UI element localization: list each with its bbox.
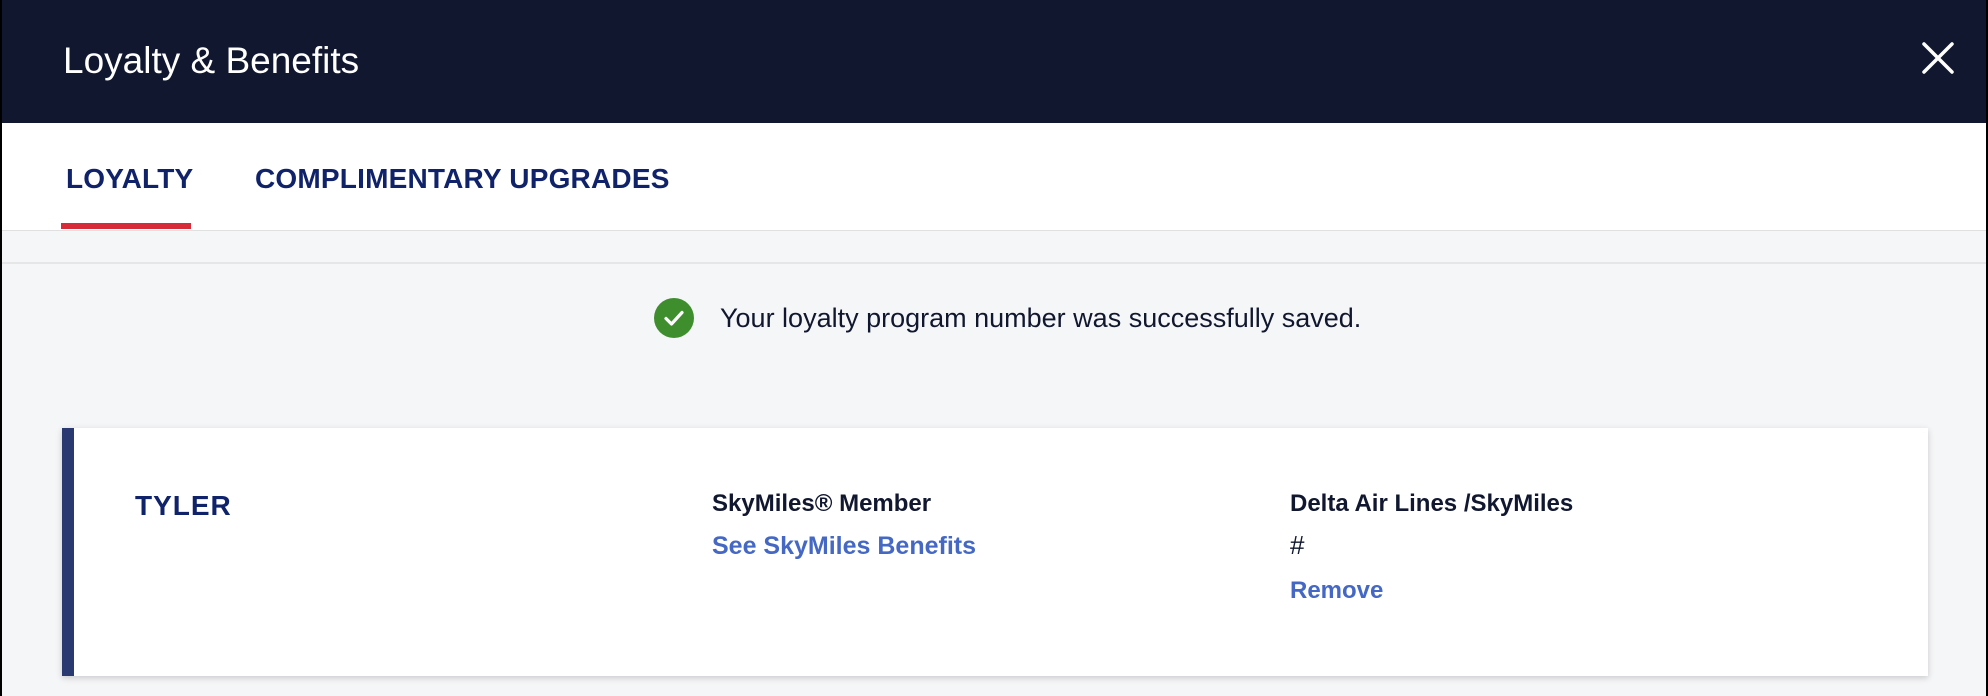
modal-header: Loyalty & Benefits bbox=[2, 0, 1986, 123]
tab-complimentary-upgrades[interactable]: COMPLIMENTARY UPGRADES bbox=[255, 163, 670, 195]
program-column: Delta Air Lines /SkyMiles # Remove bbox=[1290, 490, 1573, 605]
alert-message: Your loyalty program number was successf… bbox=[720, 302, 1362, 333]
membership-status: SkyMiles® Member bbox=[712, 490, 932, 517]
loyalty-card: TYLER SkyMiles® Member See SkyMiles Bene… bbox=[62, 428, 1928, 676]
close-button[interactable] bbox=[1914, 34, 1962, 82]
tab-loyalty[interactable]: LOYALTY bbox=[66, 163, 193, 195]
program-number: # bbox=[1290, 530, 1305, 560]
card-accent-bar bbox=[62, 428, 74, 676]
success-alert: Your loyalty program number was successf… bbox=[654, 298, 1361, 338]
loyalty-benefits-modal: Loyalty & Benefits LOYALTY COMPLIMENTARY… bbox=[2, 0, 1986, 696]
check-circle-icon bbox=[654, 298, 694, 338]
member-name: TYLER bbox=[135, 490, 232, 521]
see-benefits-link[interactable]: See SkyMiles Benefits bbox=[712, 532, 976, 561]
tab-bar: LOYALTY COMPLIMENTARY UPGRADES bbox=[2, 123, 1986, 231]
membership-status-column: SkyMiles® Member See SkyMiles Benefits bbox=[712, 490, 976, 561]
program-name: Delta Air Lines /SkyMiles bbox=[1290, 490, 1574, 517]
remove-link[interactable]: Remove bbox=[1290, 577, 1573, 605]
divider bbox=[2, 262, 1986, 264]
modal-title: Loyalty & Benefits bbox=[63, 40, 360, 81]
close-icon bbox=[1922, 42, 1954, 74]
active-tab-indicator bbox=[61, 223, 191, 229]
